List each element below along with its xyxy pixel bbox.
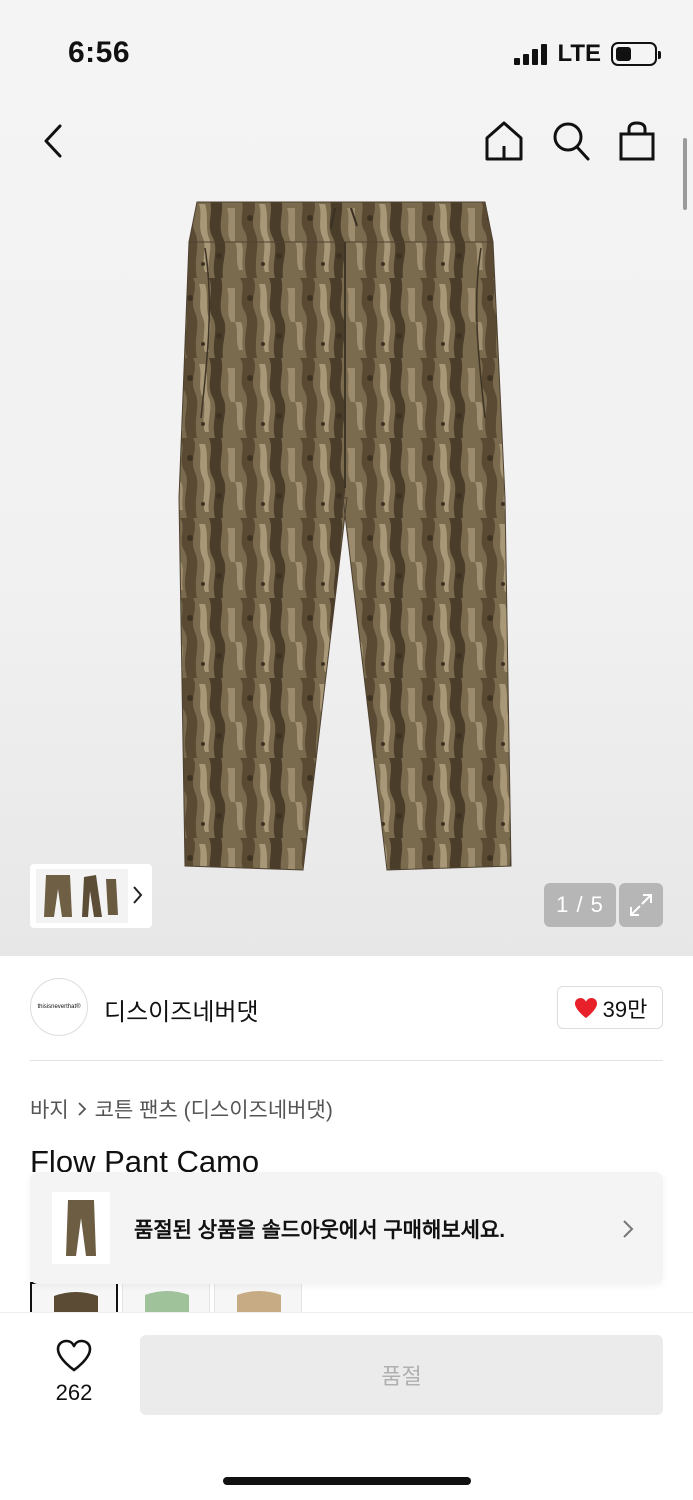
chevron-right-icon [623, 1220, 634, 1238]
breadcrumb-category[interactable]: 바지 [30, 1094, 69, 1124]
shopping-bag-icon[interactable] [618, 120, 656, 162]
color-option-green[interactable] [122, 1282, 210, 1312]
brand-name[interactable]: 디스이즈네버댓 [104, 992, 259, 1027]
thumbnail-image [36, 869, 128, 923]
home-icon[interactable] [484, 120, 524, 162]
heart-filled-icon [574, 997, 597, 1018]
status-time: 6:56 [68, 36, 131, 69]
soldout-banner-thumbnail [52, 1192, 110, 1264]
brand-like-button[interactable]: 39만 [557, 986, 663, 1029]
brand-row[interactable]: thisisneverthat® 디스이즈네버댓 39만 [30, 978, 663, 1038]
image-page-indicator: 1 / 5 [544, 883, 616, 927]
brand-logo[interactable]: thisisneverthat® [30, 978, 88, 1036]
back-button[interactable] [40, 122, 66, 160]
battery-icon [611, 42, 661, 66]
home-indicator [223, 1477, 471, 1485]
image-thumbnail-strip[interactable] [30, 864, 152, 928]
bottom-action-bar: 262 품절 [0, 1312, 693, 1500]
signal-icon [514, 43, 548, 65]
product-image [178, 201, 512, 871]
soldout-banner-message: 품절된 상품을 솔드아웃에서 구매해보세요. [134, 1219, 506, 1242]
color-option-beige[interactable] [214, 1282, 302, 1312]
expand-icon [630, 894, 652, 916]
color-option-camo[interactable] [30, 1282, 118, 1312]
breadcrumb-subcategory[interactable]: 코튼 팬츠 (디스이즈네버댓) [95, 1094, 333, 1124]
brand-like-count: 39만 [602, 996, 648, 1022]
search-icon[interactable] [551, 120, 591, 162]
wish-count: 262 [55, 1380, 93, 1405]
scroll-indicator [683, 138, 687, 210]
chevron-right-icon [133, 886, 143, 904]
expand-button[interactable] [619, 883, 663, 927]
color-options [30, 1282, 302, 1312]
status-bar: 6:56 LTE [0, 0, 693, 100]
breadcrumb: 바지 코튼 팬츠 (디스이즈네버댓) [30, 1094, 333, 1124]
brand-logo-text: thisisneverthat® [37, 1004, 81, 1010]
wish-button[interactable]: 262 [40, 1339, 108, 1406]
divider [30, 1060, 663, 1061]
chevron-right-icon [78, 1102, 86, 1116]
soldout-banner[interactable]: 품절된 상품을 솔드아웃에서 구매해보세요. [30, 1172, 663, 1284]
network-label: LTE [557, 40, 601, 67]
soldout-button[interactable]: 품절 [140, 1335, 663, 1415]
heart-outline-icon [56, 1339, 92, 1372]
